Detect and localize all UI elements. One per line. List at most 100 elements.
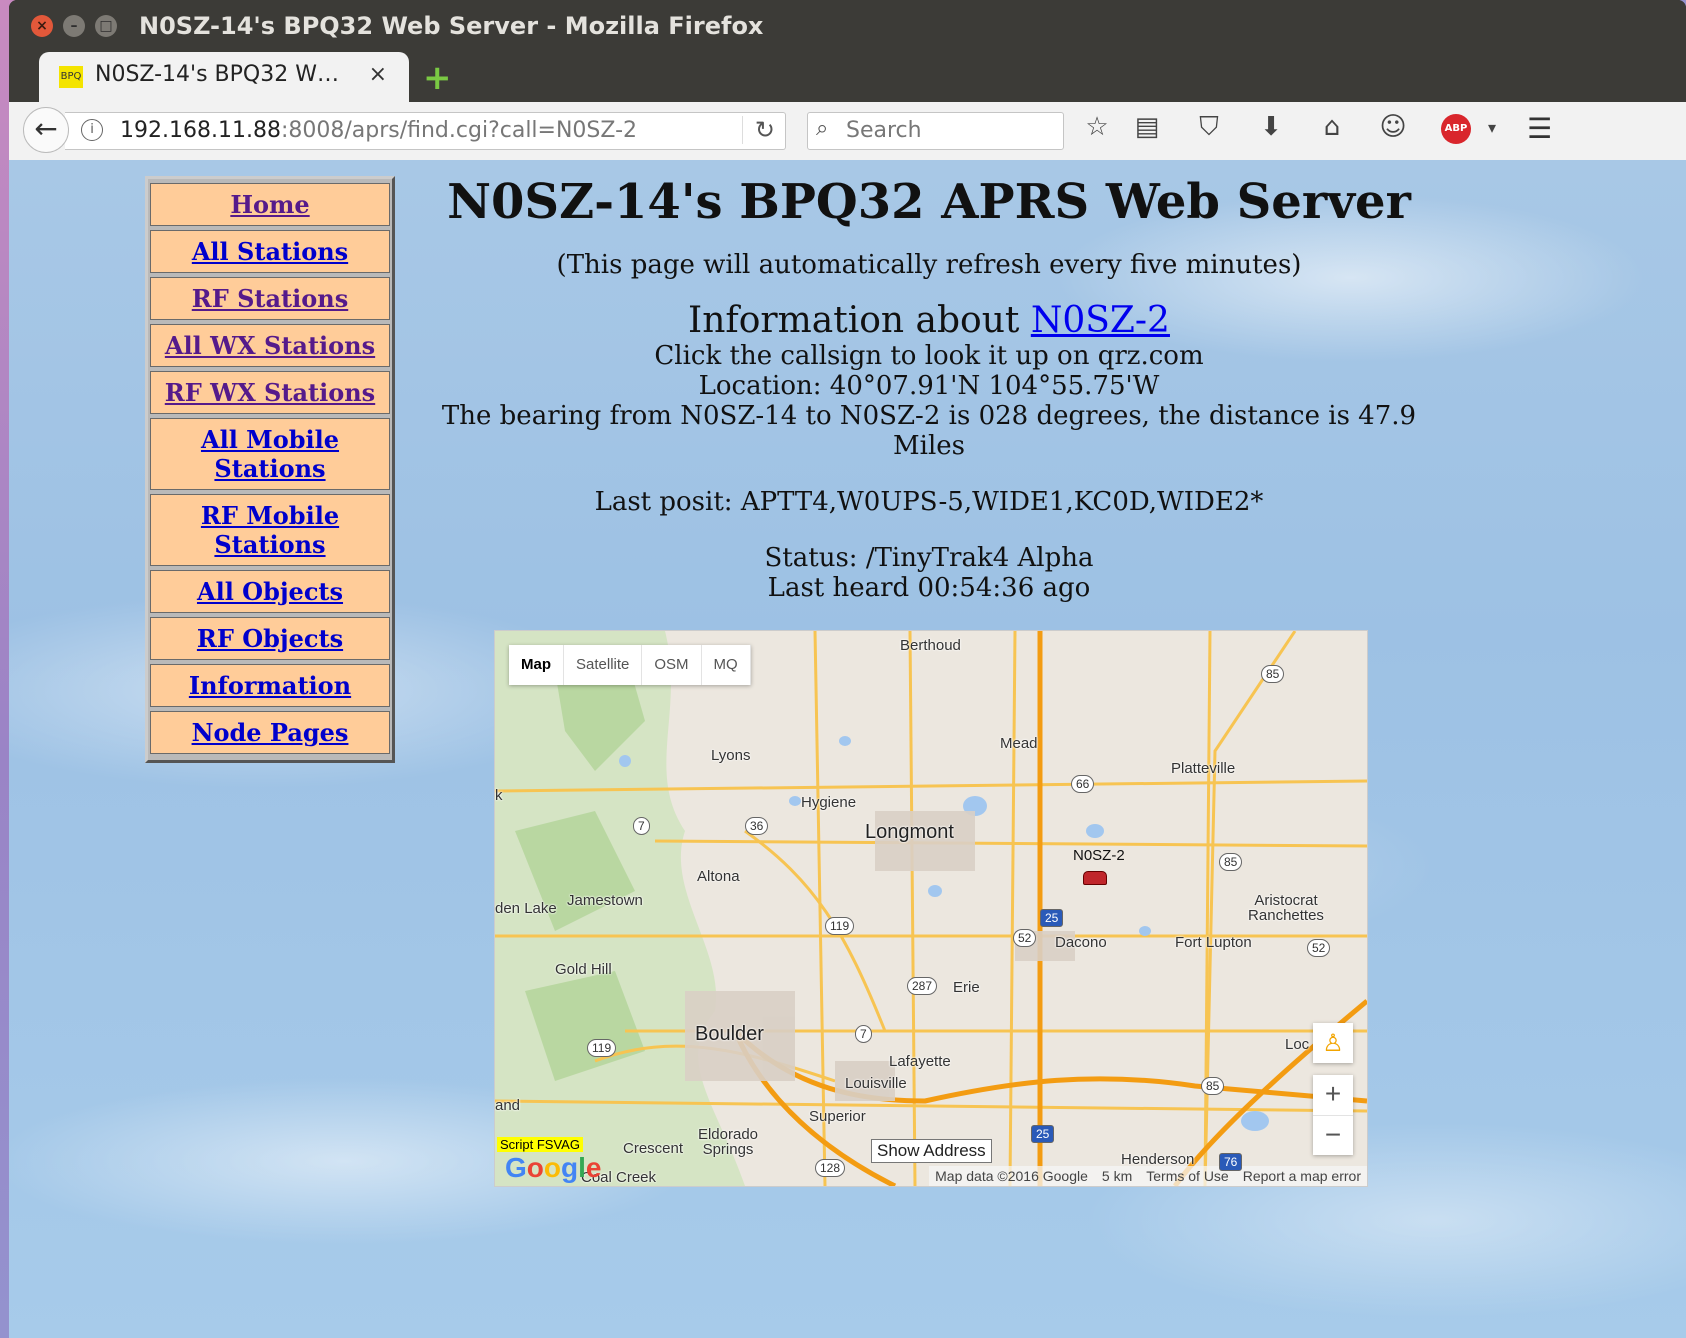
map-type-control: Map Satellite OSM MQ (509, 645, 751, 685)
url-bar[interactable]: i 192.168.11.88:8008/aprs/find.cgi?call=… (65, 112, 786, 150)
reading-list-icon[interactable]: ▤ (1127, 112, 1167, 142)
page-title: N0SZ-14's BPQ32 APRS Web Server (447, 174, 1411, 230)
map-place-dacono: Dacono (1055, 934, 1107, 951)
map-type-satellite[interactable]: Satellite (564, 645, 643, 685)
window-maximize-button[interactable]: □ (95, 15, 117, 37)
rf-mobile-stations-link[interactable]: RF Mobile Stations (201, 501, 339, 559)
url-path: :8008/aprs/find.cgi?call=N0SZ-2 (280, 118, 638, 143)
road-shield: 85 (1261, 665, 1285, 683)
home-icon[interactable]: ⌂ (1312, 112, 1352, 142)
tab-strip: BPQ N0SZ-14's BPQ32 W… × + (9, 52, 1686, 102)
info-heading: Information about N0SZ-2 (429, 300, 1429, 341)
site-info-icon[interactable]: i (81, 119, 103, 141)
rf-stations-link[interactable]: RF Stations (192, 284, 348, 313)
map-scale: 5 km (1101, 1168, 1133, 1184)
rf-wx-stations-link[interactable]: RF WX Stations (165, 378, 375, 407)
map-type-mq[interactable]: MQ (702, 645, 751, 685)
map-place-k: k (495, 787, 503, 804)
url-text: 192.168.11.88:8008/aprs/find.cgi?call=N0… (120, 118, 637, 143)
reload-icon[interactable]: ↻ (741, 116, 775, 144)
zoom-out-button[interactable]: − (1313, 1116, 1353, 1156)
callsign-link[interactable]: N0SZ-2 (1031, 300, 1170, 341)
map-place-platteville: Platteville (1171, 760, 1236, 777)
window-minimize-button[interactable]: – (63, 15, 85, 37)
pocket-icon[interactable]: ⛉ (1189, 112, 1229, 143)
tab-close-icon[interactable]: × (369, 62, 387, 87)
map-place-and: and (495, 1097, 521, 1114)
sidebar-item-all-mobile-stations: All Mobile Stations (150, 418, 390, 490)
tab-title: N0SZ-14's BPQ32 W… (95, 62, 339, 87)
map-place-superior: Superior (809, 1108, 866, 1125)
show-address-button[interactable]: Show Address (871, 1139, 992, 1163)
google-logo: Google (505, 1152, 602, 1183)
road-shield: 119 (825, 917, 855, 935)
sidebar-item-information: Information (150, 664, 390, 707)
rf-objects-link[interactable]: RF Objects (197, 624, 343, 653)
map-place-jamestown: Jamestown (567, 892, 643, 909)
map-place-fort-lupton: Fort Lupton (1175, 934, 1252, 951)
all-objects-link[interactable]: All Objects (197, 577, 343, 606)
last-heard-text: Last heard 00:54:36 ago (767, 573, 1091, 603)
qrz-note: Click the callsign to look it up on qrz.… (654, 341, 1204, 371)
map-view[interactable]: Berthoud Mead Platteville Lyons Hygiene … (494, 630, 1368, 1187)
back-button[interactable]: ← (23, 107, 69, 153)
road-shield: 25 (1031, 1125, 1055, 1143)
last-posit-text: Last posit: APTT4,W0UPS-5,WIDE1,KC0D,WID… (594, 487, 1264, 517)
bookmark-star-icon[interactable]: ☆ (1077, 112, 1117, 142)
road-shield: 76 (1219, 1153, 1243, 1171)
bpq-favicon-icon: BPQ (59, 66, 83, 88)
map-type-osm[interactable]: OSM (642, 645, 702, 685)
road-shield: 66 (1071, 775, 1095, 793)
window-close-button[interactable]: × (31, 15, 53, 37)
status-text: Status: /TinyTrak4 Alpha (764, 543, 1094, 573)
window-title: N0SZ-14's BPQ32 Web Server - Mozilla Fir… (139, 12, 764, 40)
url-host: 192.168.11.88 (120, 118, 281, 143)
search-icon: ⌕ (816, 116, 829, 141)
location-text: Location: 40°07.91'N 104°55.75'W (698, 371, 1160, 401)
hamburger-menu-icon[interactable]: ☰ (1527, 112, 1552, 145)
navigation-toolbar: i 192.168.11.88:8008/aprs/find.cgi?call=… (9, 102, 1686, 161)
all-mobile-stations-link[interactable]: All Mobile Stations (201, 425, 339, 483)
map-data-credit: Map data ©2016 Google (935, 1168, 1088, 1184)
tab-active[interactable]: BPQ N0SZ-14's BPQ32 W… × (39, 52, 409, 102)
road-shield: 7 (633, 817, 650, 835)
node-pages-link[interactable]: Node Pages (192, 718, 349, 747)
street-view-pegman-icon[interactable]: ♙ (1313, 1023, 1353, 1063)
sidebar-item-all-stations: All Stations (150, 230, 390, 273)
adblock-plus-icon[interactable]: ABP (1441, 114, 1471, 144)
road-shield: 119 (587, 1039, 617, 1057)
sidebar-item-home: Home (150, 183, 390, 226)
search-placeholder: Search (846, 118, 922, 143)
home-link[interactable]: Home (230, 190, 309, 219)
map-type-map[interactable]: Map (509, 645, 564, 685)
station-label: N0SZ-2 (1073, 847, 1125, 864)
map-place-loc: Loc (1285, 1036, 1310, 1053)
title-bar: × – □ N0SZ-14's BPQ32 Web Server - Mozil… (9, 0, 1686, 52)
road-shield: 85 (1219, 853, 1243, 871)
road-shield: 52 (1013, 929, 1037, 947)
adblock-dropdown-icon[interactable]: ▾ (1472, 118, 1512, 137)
bearing-text: The bearing from N0SZ-14 to N0SZ-2 is 02… (441, 401, 1417, 461)
map-place-boulder: Boulder (695, 1023, 764, 1045)
car-marker-icon[interactable] (1083, 871, 1107, 885)
downloads-icon[interactable]: ⬇ (1251, 112, 1291, 142)
browser-window: × – □ N0SZ-14's BPQ32 Web Server - Mozil… (9, 0, 1686, 1338)
road-shield: 85 (1201, 1077, 1225, 1095)
map-place-mead: Mead (1000, 735, 1038, 752)
road-shield: 287 (907, 977, 938, 995)
info-prefix: Information about (688, 300, 1020, 341)
refresh-note: (This page will automatically refresh ev… (556, 250, 1302, 280)
sidebar-item-rf-stations: RF Stations (150, 277, 390, 320)
main-content: N0SZ-14's BPQ32 APRS Web Server (This pa… (429, 160, 1429, 603)
search-bar[interactable]: ⌕ Search (807, 112, 1064, 150)
terms-of-use-link[interactable]: Terms of Use (1146, 1168, 1228, 1184)
all-stations-link[interactable]: All Stations (192, 237, 348, 266)
zoom-in-button[interactable]: + (1313, 1075, 1353, 1116)
all-wx-stations-link[interactable]: All WX Stations (165, 331, 375, 360)
map-place-gold-hill: Gold Hill (555, 961, 612, 978)
new-tab-button[interactable]: + (423, 58, 452, 98)
information-link[interactable]: Information (189, 671, 351, 700)
report-map-error-link[interactable]: Report a map error (1243, 1168, 1361, 1184)
page-content: Home All Stations RF Stations All WX Sta… (9, 160, 1686, 1338)
chat-icon[interactable]: ☺ (1373, 112, 1413, 142)
